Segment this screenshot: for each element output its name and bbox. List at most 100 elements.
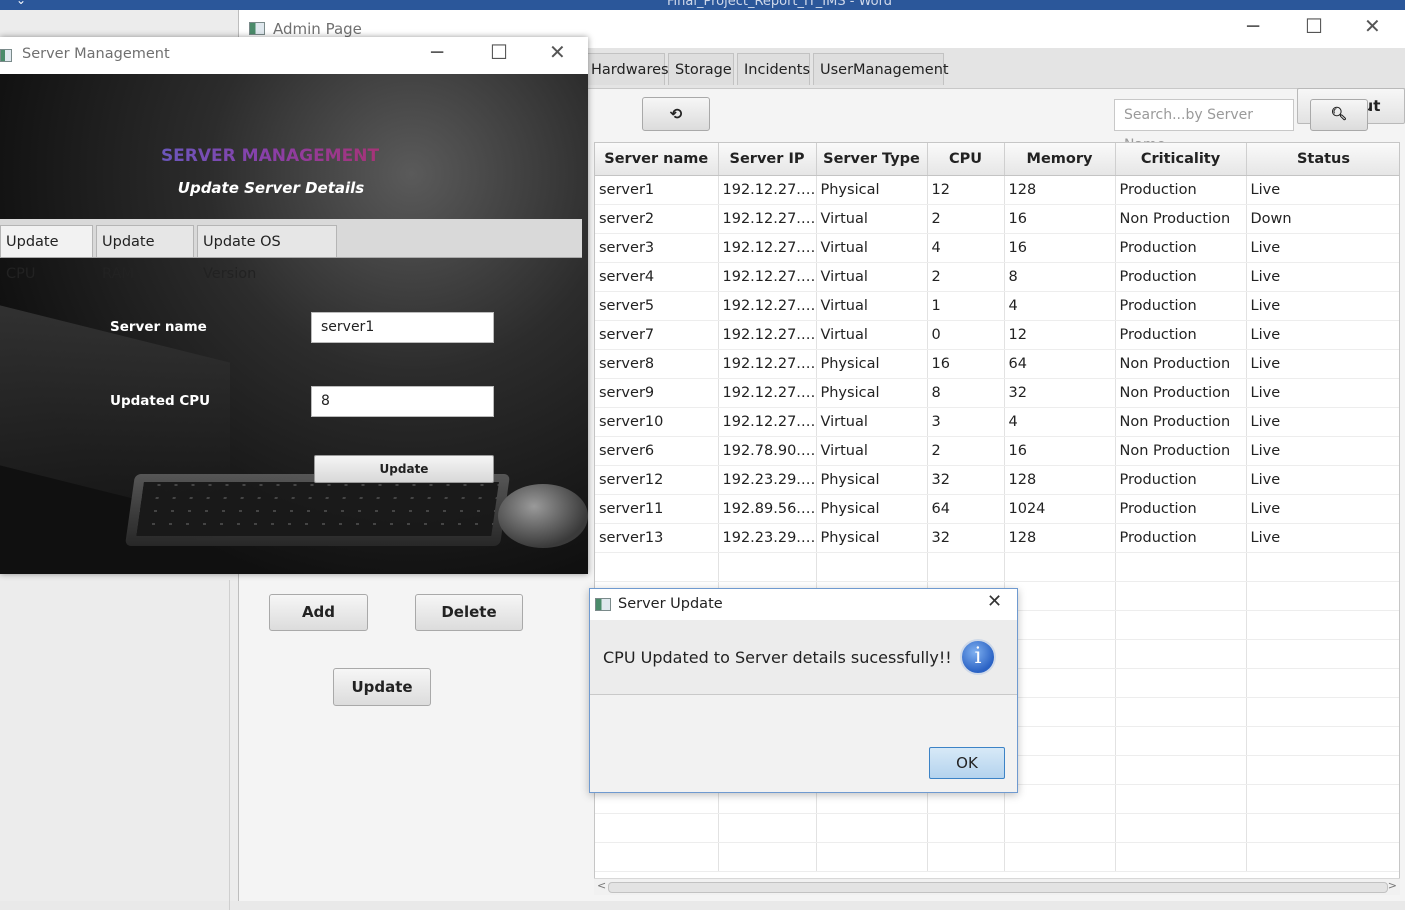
quick-access-caret-icon[interactable]: ⌄ <box>16 0 26 7</box>
close-icon[interactable]: ✕ <box>987 591 1002 612</box>
update-server-details-subheading: Update Server Details <box>177 179 365 197</box>
table-cell <box>595 813 719 843</box>
close-icon[interactable]: ✕ <box>1364 14 1381 38</box>
col-header-criticality[interactable]: Criticality <box>1115 143 1247 176</box>
tab-update-ram[interactable]: Update RAM <box>96 225 194 282</box>
table-cell <box>1115 639 1247 669</box>
table-cell: 128 <box>1004 523 1116 553</box>
table-cell: 64 <box>927 494 1005 524</box>
table-cell: Physical <box>816 523 928 553</box>
table-cell: Production <box>1115 465 1247 495</box>
table-cell <box>816 813 928 843</box>
table-row[interactable]: server8 192.12.27.17 Physical 16 64 Non Produ… <box>595 349 1399 379</box>
table-cell: Live <box>1246 349 1399 379</box>
table-cell <box>595 552 719 582</box>
table-cell: 2 <box>927 262 1005 292</box>
maximize-icon[interactable]: ☐ <box>1305 14 1323 38</box>
tab-hardwares[interactable]: Hardwares <box>584 53 669 85</box>
table-cell: 4 <box>1004 291 1116 321</box>
table-row[interactable] <box>595 552 1399 582</box>
col-header-server-ip[interactable]: Server IP <box>718 143 817 176</box>
ok-button[interactable]: OK <box>929 747 1005 779</box>
table-cell: Live <box>1246 291 1399 321</box>
delete-button[interactable]: Delete <box>415 594 523 631</box>
dialog-titlebar[interactable]: Server Update ✕ <box>590 589 1017 620</box>
table-cell: 64 <box>1004 349 1116 379</box>
table-cell: Production <box>1115 494 1247 524</box>
table-cell <box>1246 755 1399 785</box>
tab-incidents[interactable]: Incidents <box>737 53 810 85</box>
updated-cpu-label: Updated CPU <box>110 393 211 409</box>
table-cell: 8 <box>927 378 1005 408</box>
col-header-status[interactable]: Status <box>1246 143 1399 176</box>
table-cell: Production <box>1115 291 1247 321</box>
table-row[interactable]: server13 192.23.29.1... Physical 32 128 Produ… <box>595 523 1399 553</box>
horizontal-scrollbar[interactable]: < > <box>594 878 1400 895</box>
table-row[interactable]: server2 192.12.27.11 Virtual 2 16 Non Product… <box>595 204 1399 234</box>
table-cell <box>1115 813 1247 843</box>
table-row[interactable]: server12 192.23.29.1... Physical 32 128 Produ… <box>595 465 1399 495</box>
refresh-icon: ⟲ <box>669 105 683 123</box>
table-row[interactable]: server10 192.12.27.19 Virtual 3 4 Non Product… <box>595 407 1399 437</box>
tab-storage[interactable]: Storage <box>668 53 734 85</box>
tab-usermanagement[interactable]: UserManagement <box>813 53 949 85</box>
add-button[interactable]: Add <box>269 594 368 631</box>
table-row[interactable]: server1 192.12.27.10 Physical 12 128 Producti… <box>595 175 1399 205</box>
table-cell: Production <box>1115 233 1247 263</box>
update-button[interactable]: Update <box>333 668 431 706</box>
table-row[interactable]: server4 192.12.27.13 Virtual 2 8 Production Li… <box>595 262 1399 292</box>
server-name-label: Server name <box>110 319 207 335</box>
table-row[interactable]: server5 192.12.27.14 Virtual 1 4 Production Li… <box>595 291 1399 321</box>
table-cell: 128 <box>1004 465 1116 495</box>
table-cell: 192.12.27.17 <box>718 349 817 379</box>
scrollbar-thumb[interactable] <box>608 882 1388 893</box>
table-header-row: Server name Server IP Server Type CPU Me… <box>595 143 1399 176</box>
table-cell: 192.12.27.13 <box>718 262 817 292</box>
minimize-icon[interactable]: ─ <box>1247 14 1259 38</box>
update-cpu-button[interactable]: Update <box>314 455 494 483</box>
maximize-icon[interactable]: ☐ <box>490 40 508 64</box>
tab-update-os-version[interactable]: Update OS Version <box>197 225 337 282</box>
table-row[interactable]: server3 192.12.27.12 Virtual 4 16 Production L… <box>595 233 1399 263</box>
app-icon <box>0 49 12 62</box>
table-cell: Live <box>1246 494 1399 524</box>
minimize-icon[interactable]: ─ <box>431 40 443 64</box>
tab-update-cpu[interactable]: Update CPU <box>0 225 93 282</box>
server-mgmt-titlebar[interactable]: Server Management ─ ☐ ✕ <box>0 37 588 75</box>
table-cell: 32 <box>927 523 1005 553</box>
table-cell: Virtual <box>816 204 928 234</box>
server-name-field[interactable]: server1 <box>311 312 494 343</box>
close-icon[interactable]: ✕ <box>549 40 566 64</box>
col-header-server-name[interactable]: Server name <box>595 143 719 176</box>
updated-cpu-field[interactable]: 8 <box>311 386 494 417</box>
table-cell <box>1246 610 1399 640</box>
table-cell: server12 <box>595 465 719 495</box>
scroll-right-icon[interactable]: > <box>1388 879 1397 892</box>
scroll-left-icon[interactable]: < <box>597 879 606 892</box>
table-row[interactable]: server11 192.89.56.1... Physical 64 1024 Prod… <box>595 494 1399 524</box>
server-mgmt-title: Server Management <box>22 46 170 62</box>
col-header-cpu[interactable]: CPU <box>927 143 1005 176</box>
table-cell: 16 <box>1004 436 1116 466</box>
word-titlebar: ⌄ Final_Project_Report_IT_IMS - Word <box>0 0 1405 10</box>
table-row[interactable]: server7 192.12.27.16 Virtual 0 12 Production L… <box>595 320 1399 350</box>
table-cell: 192.12.27.10 <box>718 175 817 205</box>
table-cell: 2 <box>927 204 1005 234</box>
table-row[interactable] <box>595 842 1399 872</box>
table-cell: 4 <box>927 233 1005 263</box>
col-header-memory[interactable]: Memory <box>1004 143 1116 176</box>
table-cell <box>1004 813 1116 843</box>
search-icon: 🔍︎ <box>1330 107 1348 122</box>
table-row[interactable]: server6 192.78.90.77 Virtual 2 16 Non Product… <box>595 436 1399 466</box>
table-cell: Non Production <box>1115 407 1247 437</box>
table-cell: 32 <box>927 465 1005 495</box>
refresh-button[interactable]: ⟲ <box>642 97 710 131</box>
search-button[interactable]: 🔍︎ <box>1310 99 1368 131</box>
table-cell: Virtual <box>816 407 928 437</box>
table-row[interactable] <box>595 813 1399 843</box>
search-input[interactable]: Search...by Server Name <box>1114 99 1294 153</box>
table-cell: 12 <box>927 175 1005 205</box>
table-row[interactable]: server9 192.12.27.18 Physical 8 32 Non Produc… <box>595 378 1399 408</box>
col-header-server-type[interactable]: Server Type <box>816 143 928 176</box>
table-cell: 1024 <box>1004 494 1116 524</box>
